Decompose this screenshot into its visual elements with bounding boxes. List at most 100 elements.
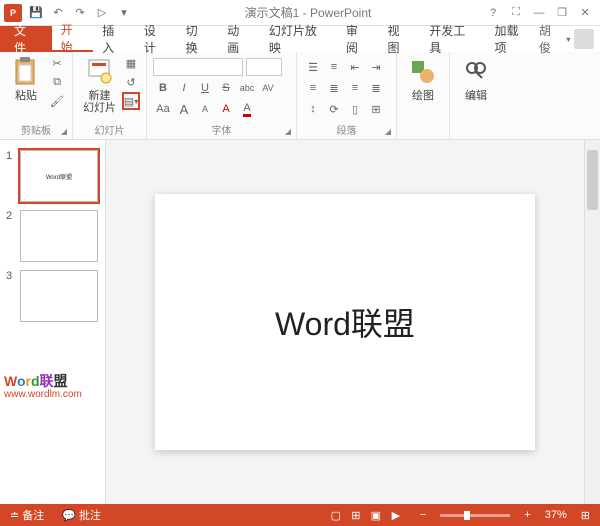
smartart-button[interactable]: ⊞ bbox=[366, 100, 386, 118]
text-direction-button[interactable]: ⟳ bbox=[324, 100, 344, 118]
clear-formatting-button[interactable]: A bbox=[216, 100, 236, 118]
increase-indent-button[interactable]: ⇥ bbox=[366, 58, 386, 76]
zoom-out-button[interactable]: − bbox=[416, 509, 430, 521]
thumbnail-item[interactable]: 2 bbox=[0, 206, 105, 266]
tab-review[interactable]: 审阅 bbox=[337, 26, 379, 52]
thumbnail-item[interactable]: 1 Word联盟 bbox=[0, 146, 105, 206]
align-left-button[interactable]: ≡ bbox=[303, 79, 323, 97]
user-account[interactable]: 胡俊 ▾ bbox=[539, 26, 600, 52]
text-shadow-button[interactable]: abc bbox=[237, 79, 257, 97]
copy-button[interactable]: ⧉ bbox=[48, 73, 66, 91]
scrollbar-handle[interactable] bbox=[587, 150, 598, 210]
slideshow-view-button[interactable]: ▶ bbox=[386, 507, 406, 523]
bullets-button[interactable]: ☰ bbox=[303, 58, 323, 76]
notes-button[interactable]: ≐ 备注 bbox=[6, 507, 48, 523]
window-controls: ? ⛶ — ❐ ✕ bbox=[482, 3, 600, 23]
minimize-button[interactable]: — bbox=[528, 3, 550, 23]
tab-slideshow[interactable]: 幻灯片放映 bbox=[260, 26, 337, 52]
reading-view-icon: ▣ bbox=[371, 509, 381, 522]
layout-button[interactable]: ▦ bbox=[122, 54, 140, 72]
change-case-button[interactable]: Aa bbox=[153, 100, 173, 118]
qat-customize-button[interactable]: ▾ bbox=[114, 3, 134, 23]
group-drawing: 绘图 bbox=[397, 52, 450, 139]
vertical-scrollbar[interactable] bbox=[584, 140, 600, 504]
tab-insert[interactable]: 插入 bbox=[93, 26, 135, 52]
zoom-in-button[interactable]: + bbox=[520, 509, 534, 521]
drawing-button[interactable]: 绘图 bbox=[403, 54, 443, 104]
help-button[interactable]: ? bbox=[482, 3, 504, 23]
font-color-button[interactable]: A bbox=[237, 100, 257, 118]
restore-button[interactable]: ❐ bbox=[551, 3, 573, 23]
current-slide[interactable]: Word联盟 bbox=[155, 194, 535, 450]
new-slide-button[interactable]: 新建 幻灯片 bbox=[79, 54, 120, 116]
zoom-slider[interactable] bbox=[440, 514, 510, 517]
normal-view-button[interactable]: ▢ bbox=[326, 507, 346, 523]
thumbnail-item[interactable]: 3 bbox=[0, 266, 105, 326]
tab-home[interactable]: 开始 bbox=[52, 26, 94, 52]
shapes-icon bbox=[407, 56, 439, 88]
slide-text-content[interactable]: Word联盟 bbox=[275, 299, 415, 345]
slideshow-view-icon: ▶ bbox=[392, 509, 400, 522]
justify-button[interactable]: ≣ bbox=[366, 79, 386, 97]
thumbnail-preview[interactable]: Word联盟 bbox=[20, 150, 98, 202]
char-spacing-button[interactable]: AV bbox=[258, 79, 278, 97]
slideshow-start-button[interactable]: ▷ bbox=[92, 3, 112, 23]
tab-developer[interactable]: 开发工具 bbox=[420, 26, 485, 52]
reset-button[interactable]: ↺ bbox=[122, 73, 140, 91]
underline-button[interactable]: U bbox=[195, 79, 215, 97]
strikethrough-button[interactable]: S bbox=[216, 79, 236, 97]
align-center-button[interactable]: ≣ bbox=[324, 79, 344, 97]
paste-button[interactable]: 粘贴 bbox=[6, 54, 46, 104]
slide-canvas-area[interactable]: Word联盟 bbox=[106, 140, 584, 504]
line-spacing-button[interactable]: ↕ bbox=[303, 100, 323, 118]
comments-button[interactable]: 💬 批注 bbox=[58, 507, 105, 523]
numbering-button[interactable]: ≡ bbox=[324, 58, 344, 76]
clipboard-dialog-launcher[interactable]: ◢ bbox=[58, 125, 70, 137]
editing-button[interactable]: 编辑 bbox=[456, 54, 496, 104]
undo-button[interactable]: ↶ bbox=[48, 3, 68, 23]
zoom-slider-knob[interactable] bbox=[464, 511, 470, 520]
tab-animations[interactable]: 动画 bbox=[218, 26, 260, 52]
grow-font-button[interactable]: A bbox=[174, 100, 194, 118]
tab-design[interactable]: 设计 bbox=[135, 26, 177, 52]
group-font-label: 字体 bbox=[153, 120, 290, 139]
group-clipboard-label: 剪贴板 bbox=[6, 120, 66, 139]
reading-view-button[interactable]: ▣ bbox=[366, 507, 386, 523]
status-bar: ≐ 备注 💬 批注 ▢ ⊞ ▣ ▶ − + 37% ⊞ bbox=[0, 504, 600, 526]
font-dialog-launcher[interactable]: ◢ bbox=[282, 125, 294, 137]
group-clipboard: 粘贴 ✂ ⧉ 🖌 剪贴板 ◢ bbox=[0, 52, 73, 139]
section-icon: ▤ bbox=[124, 95, 134, 108]
save-button[interactable]: 💾 bbox=[26, 3, 46, 23]
text-direction-icon: ⟳ bbox=[329, 103, 338, 116]
sorter-view-button[interactable]: ⊞ bbox=[346, 507, 366, 523]
align-right-button[interactable]: ≡ bbox=[345, 79, 365, 97]
cut-button[interactable]: ✂ bbox=[48, 54, 66, 72]
section-button[interactable]: ▤▾ bbox=[122, 92, 140, 110]
align-right-icon: ≡ bbox=[352, 82, 358, 94]
align-text-button[interactable]: ▯ bbox=[345, 100, 365, 118]
tab-file[interactable]: 文件 bbox=[0, 26, 52, 52]
thumbnail-preview[interactable] bbox=[20, 270, 98, 322]
format-painter-button[interactable]: 🖌 bbox=[48, 92, 66, 110]
group-slides: 新建 幻灯片 ▦ ↺ ▤▾ 幻灯片 bbox=[73, 52, 147, 139]
decrease-indent-button[interactable]: ⇤ bbox=[345, 58, 365, 76]
tab-view[interactable]: 视图 bbox=[379, 26, 421, 52]
bold-button[interactable]: B bbox=[153, 79, 173, 97]
avatar-icon bbox=[574, 29, 594, 49]
align-center-icon: ≣ bbox=[329, 82, 338, 95]
thumbnail-preview[interactable] bbox=[20, 210, 98, 262]
close-button[interactable]: ✕ bbox=[574, 3, 596, 23]
shrink-font-button[interactable]: A bbox=[195, 100, 215, 118]
group-editing-label bbox=[456, 135, 496, 139]
redo-button[interactable]: ↷ bbox=[70, 3, 90, 23]
tab-transitions[interactable]: 切换 bbox=[177, 26, 219, 52]
paragraph-dialog-launcher[interactable]: ◢ bbox=[382, 125, 394, 137]
ribbon-display-button[interactable]: ⛶ bbox=[505, 3, 527, 23]
italic-button[interactable]: I bbox=[174, 79, 194, 97]
fit-window-button[interactable]: ⊞ bbox=[577, 509, 594, 522]
zoom-percent[interactable]: 37% bbox=[545, 509, 567, 521]
normal-view-icon: ▢ bbox=[331, 509, 341, 522]
thumbnail-number: 3 bbox=[6, 270, 16, 322]
align-left-icon: ≡ bbox=[310, 82, 316, 94]
tab-addins[interactable]: 加载项 bbox=[485, 26, 538, 52]
